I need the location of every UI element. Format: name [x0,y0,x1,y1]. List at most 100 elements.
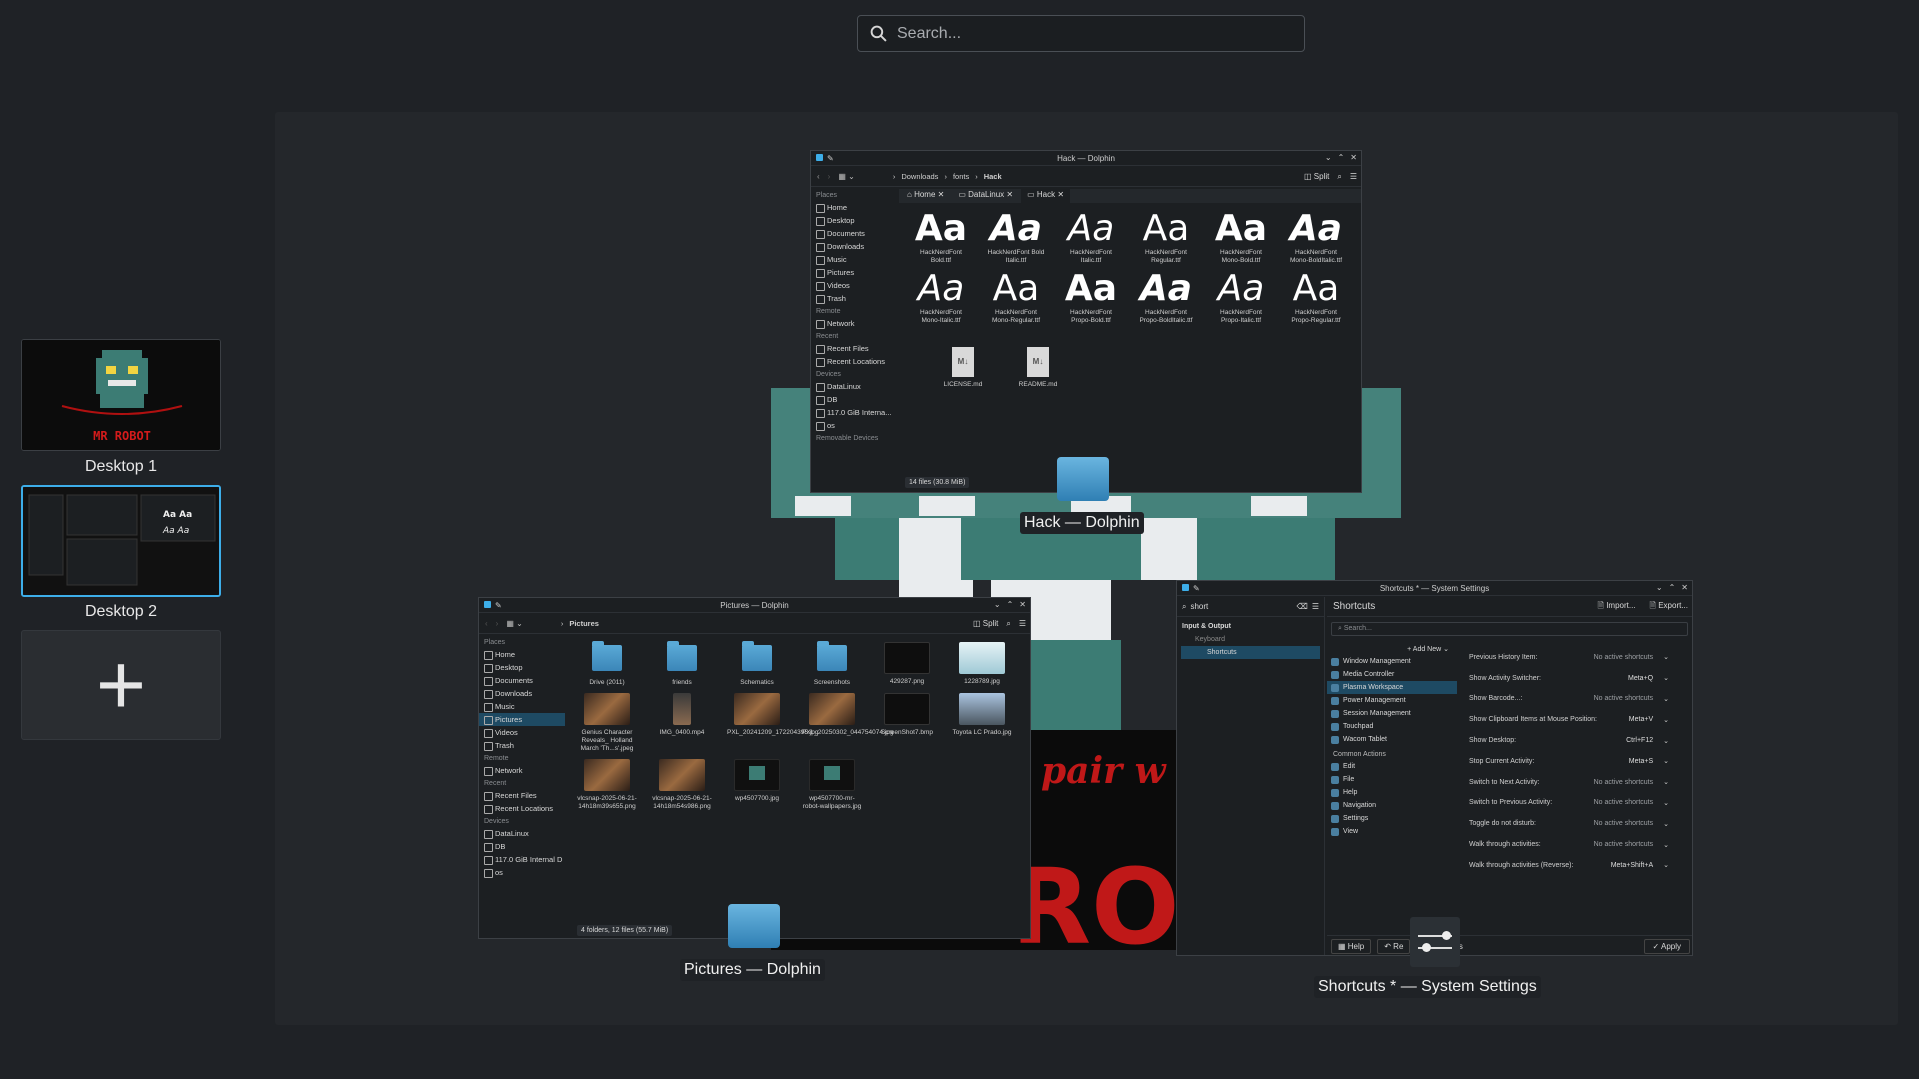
place-videos[interactable]: Videos [479,726,565,739]
common-edit[interactable]: Edit [1327,760,1457,773]
image-item[interactable]: wp4507700.jpg [727,759,787,811]
device-datalinux[interactable]: DataLinux [479,827,565,840]
chevron-down-icon[interactable]: ⌄ [1663,841,1669,849]
font-file[interactable]: Aa HackNerdFont Mono-Regular.ttf [986,269,1046,325]
breadcrumb-hack[interactable]: Hack [984,172,1002,181]
place-music[interactable]: Music [479,700,565,713]
image-item[interactable]: Toyota LC Prado.jpg [952,693,1012,753]
category-plasma-workspace[interactable]: Plasma Workspace [1327,681,1457,694]
shortcut-row[interactable]: Show Desktop: Ctrl+F12 ⌄ [1463,730,1681,751]
back-arrow-icon[interactable]: ‹ [485,619,488,628]
category-power-management[interactable]: Power Management [1327,694,1457,707]
file-license[interactable]: M↓ LICENSE.md [933,347,993,389]
forward-arrow-icon[interactable]: › [496,619,499,628]
nav-shortcuts[interactable]: Shortcuts [1181,646,1320,659]
place-documents[interactable]: Documents [479,674,565,687]
tab-datalinux[interactable]: ▭ DataLinux ✕ [952,189,1019,203]
image-item[interactable]: 1228789.jpg [952,642,1012,687]
font-file[interactable]: Aa HackNerdFont Mono-BoldItalic.ttf [1286,209,1346,265]
place-pictures[interactable]: Pictures [479,713,565,726]
category-touchpad[interactable]: Touchpad [1327,720,1457,733]
device-db[interactable]: DB [479,840,565,853]
add-new-button[interactable]: + Add New ⌄ [1327,643,1457,655]
font-file[interactable]: Aa HackNerdFont Mono-Italic.ttf [911,269,971,325]
menu-icon[interactable]: ☰ [1019,619,1026,628]
place-trash[interactable]: Trash [811,292,897,305]
place-recent-files[interactable]: Recent Files [479,789,565,802]
apply-button[interactable]: ✓ Apply [1643,939,1690,954]
pin-icon[interactable]: ✎ [495,601,502,610]
search-icon[interactable]: ⌕ [1006,619,1010,629]
forward-arrow-icon[interactable]: › [828,172,831,181]
minimize-icon[interactable]: ⌄ [994,600,1001,609]
view-mode-icon[interactable]: ▦ ⌄ [506,619,522,628]
shortcut-row[interactable]: Stop Current Activity: Meta+S ⌄ [1463,751,1681,772]
image-item[interactable]: wp4507700-mr-robot-wallpapers.jpg [802,759,862,811]
place-trash[interactable]: Trash [479,739,565,752]
clear-icon[interactable]: ⌫ [1297,602,1308,611]
help-button[interactable]: ▦ Help [1331,939,1372,954]
pin-icon[interactable]: ✎ [827,154,834,163]
category-wacom-tablet[interactable]: Wacom Tablet [1327,733,1457,746]
back-arrow-icon[interactable]: ‹ [817,172,820,181]
device-db[interactable]: DB [811,393,897,406]
close-icon[interactable]: ✕ [1019,600,1026,609]
shortcut-row[interactable]: Switch to Previous Activity: No active sh… [1463,793,1681,814]
shortcut-row[interactable]: Switch to Next Activity: No active shortc… [1463,772,1681,793]
shortcut-row[interactable]: Walk through activities (Reverse): Meta+S… [1463,855,1681,876]
place-desktop[interactable]: Desktop [479,661,565,674]
chevron-down-icon[interactable]: ⌄ [1663,861,1669,869]
place-music[interactable]: Music [811,253,897,266]
desktop-1-thumbnail[interactable]: MR ROBOT [21,339,221,451]
chevron-down-icon[interactable]: ⌄ [1663,737,1669,745]
common-help[interactable]: Help [1327,786,1457,799]
chevron-down-icon[interactable]: ⌄ [1663,695,1669,703]
place-recent-files[interactable]: Recent Files [811,342,897,355]
add-desktop-button[interactable]: + [21,630,221,740]
folder-item[interactable]: Drive (2011) [577,641,637,687]
chevron-down-icon[interactable]: ⌄ [1663,778,1669,786]
settings-search-input[interactable]: short [1190,602,1292,611]
font-file[interactable]: Aa HackNerdFont Propo-Regular.ttf [1286,269,1346,325]
folder-item[interactable]: friends [652,641,712,687]
chevron-down-icon[interactable]: ⌄ [1663,820,1669,828]
chevron-down-icon[interactable]: ⌄ [1663,757,1669,765]
minimize-icon[interactable]: ⌄ [1325,153,1332,162]
font-file[interactable]: Aa HackNerdFont Bold.ttf [911,209,971,265]
close-icon[interactable]: ✕ [1681,583,1688,592]
common-settings[interactable]: Settings [1327,812,1457,825]
device-datalinux[interactable]: DataLinux [811,380,897,393]
image-item[interactable]: vlcsnap-2025-06-21-14h18m39s655.png [577,759,637,811]
device-os[interactable]: os [811,419,897,432]
image-item[interactable]: Genius Character Reveals_ Holland March … [577,693,637,753]
image-item[interactable]: PXL_20250302_044754074.jpg [802,693,893,753]
maximize-icon[interactable]: ⌃ [1669,583,1676,592]
shortcut-row[interactable]: Toggle do not disturb: No active shortcut… [1463,813,1681,834]
tab-hack[interactable]: ▭ Hack ✕ [1021,189,1071,203]
place-documents[interactable]: Documents [811,227,897,240]
font-file[interactable]: Aa HackNerdFont Propo-Bold.ttf [1061,269,1121,325]
category-media-controller[interactable]: Media Controller [1327,668,1457,681]
shortcut-filter-input[interactable]: ⌕ Search... [1331,622,1688,636]
place-home[interactable]: Home [479,648,565,661]
import-button[interactable]: 🗎 Import... [1598,600,1636,614]
font-file[interactable]: Aa HackNerdFont Propo-Italic.ttf [1211,269,1271,325]
shortcut-row[interactable]: Show Activity Switcher: Meta+Q ⌄ [1463,668,1681,689]
pin-icon[interactable]: ✎ [1193,584,1200,593]
place-recent-locations[interactable]: Recent Locations [811,355,897,368]
place-videos[interactable]: Videos [811,279,897,292]
device-os[interactable]: os [479,866,565,879]
place-recent-locations[interactable]: Recent Locations [479,802,565,815]
nav-keyboard[interactable]: Keyboard [1177,633,1324,646]
chevron-down-icon[interactable]: ⌄ [1663,716,1669,724]
chevron-down-icon[interactable]: ⌄ [1663,674,1669,682]
hack-dolphin-window[interactable]: ✎ Hack — Dolphin ⌄ ⌃ ✕ ‹ › ▦ ⌄ › Downloads … [810,150,1362,493]
place-downloads[interactable]: Downloads [479,687,565,700]
search-field[interactable]: Search... [857,15,1305,52]
desktop-2-thumbnail[interactable]: Aa Aa Aa Aa [21,485,221,597]
menu-icon[interactable]: ☰ [1350,172,1357,181]
maximize-icon[interactable]: ⌃ [1338,153,1345,162]
common-file[interactable]: File [1327,773,1457,786]
font-file[interactable]: Aa HackNerdFont Bold Italic.ttf [986,209,1046,265]
shortcut-row[interactable]: Previous History Item: No active shortcut… [1463,647,1681,668]
